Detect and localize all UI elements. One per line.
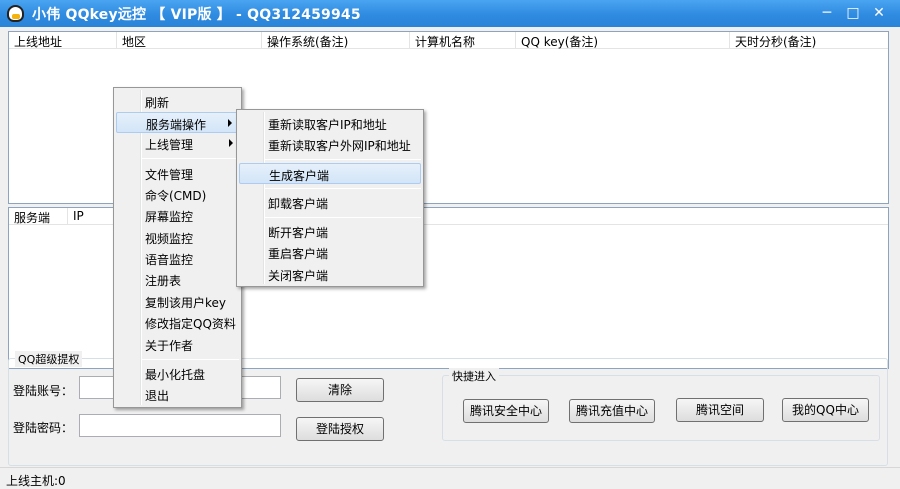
column-header-region[interactable]: 地区	[122, 33, 146, 50]
menu-item-video-monitor[interactable]: 视频监控	[116, 227, 239, 248]
menu-item-copy-key[interactable]: 复制该用户key	[116, 291, 239, 312]
submenu-item-disconnect-client[interactable]: 断开客户端	[239, 221, 421, 242]
menu-item-exit[interactable]: 退出	[116, 384, 239, 405]
maximize-button[interactable]: □	[840, 2, 866, 24]
column-header-ip[interactable]: IP	[73, 209, 84, 223]
menu-item-minimize-tray[interactable]: 最小化托盘	[116, 363, 239, 384]
auth-group-title: QQ超级提权	[15, 351, 83, 367]
menu-item-server-ops[interactable]: 服务端操作	[116, 112, 239, 133]
submenu-item-reread-external-ip[interactable]: 重新读取客户外网IP和地址	[239, 134, 421, 155]
menu-separator	[265, 217, 421, 218]
column-header-server[interactable]: 服务端	[14, 209, 50, 226]
tencent-qzone-button[interactable]: 腾讯空间	[676, 398, 764, 422]
online-list-header: 上线地址 地区 操作系统(备注) 计算机名称 QQ key(备注) 天时分秒(备…	[9, 32, 888, 49]
menu-separator	[265, 159, 421, 160]
submenu-arrow-icon	[229, 139, 233, 147]
menu-item-edit-qq-profile[interactable]: 修改指定QQ资料	[116, 312, 239, 333]
submenu-item-close-client[interactable]: 关闭客户端	[239, 264, 421, 285]
menu-item-registry[interactable]: 注册表	[116, 269, 239, 290]
context-menu: 刷新 服务端操作 上线管理 文件管理 命令(CMD) 屏幕监控 视频监控 语音监…	[113, 87, 242, 408]
column-header-uptime[interactable]: 天时分秒(备注)	[735, 33, 816, 50]
qq-penguin-icon	[7, 5, 24, 22]
minimize-button[interactable]: ─	[814, 2, 840, 24]
login-auth-button[interactable]: 登陆授权	[296, 417, 384, 441]
menu-item-voice-monitor[interactable]: 语音监控	[116, 248, 239, 269]
submenu-item-uninstall-client[interactable]: 卸载客户端	[239, 192, 421, 213]
menu-separator	[142, 158, 239, 159]
menu-separator	[142, 359, 239, 360]
window-title: 小伟 QQkey远控 【 VIP版 】 - QQ312459945	[32, 7, 361, 23]
tencent-recharge-button[interactable]: 腾讯充值中心	[569, 399, 655, 423]
status-bar: 上线主机:0	[0, 467, 900, 489]
submenu-item-reread-ip[interactable]: 重新读取客户IP和地址	[239, 113, 421, 134]
close-button[interactable]: ✕	[866, 2, 892, 24]
account-label: 登陆账号：	[13, 384, 74, 398]
server-ops-submenu: 重新读取客户IP和地址 重新读取客户外网IP和地址 生成客户端 卸载客户端 断开…	[236, 109, 424, 287]
menu-item-refresh[interactable]: 刷新	[116, 91, 239, 112]
my-qq-center-button[interactable]: 我的QQ中心	[782, 398, 869, 422]
submenu-item-build-client[interactable]: 生成客户端	[239, 163, 421, 184]
tencent-security-button[interactable]: 腾讯安全中心	[463, 399, 549, 423]
menu-item-file-manager[interactable]: 文件管理	[116, 163, 239, 184]
menu-item-cmd[interactable]: 命令(CMD)	[116, 184, 239, 205]
column-header-address[interactable]: 上线地址	[14, 33, 62, 50]
submenu-arrow-icon	[228, 119, 232, 127]
menu-item-screen-monitor[interactable]: 屏幕监控	[116, 205, 239, 226]
menu-item-online-manage[interactable]: 上线管理	[116, 133, 239, 154]
title-bar[interactable]: 小伟 QQkey远控 【 VIP版 】 - QQ312459945 ─ □ ✕	[0, 0, 900, 27]
clear-button[interactable]: 清除	[296, 378, 384, 402]
column-header-computer-name[interactable]: 计算机名称	[415, 33, 475, 50]
menu-separator	[265, 188, 421, 189]
menu-item-about-author[interactable]: 关于作者	[116, 334, 239, 355]
password-label: 登陆密码：	[13, 421, 74, 435]
online-host-count: 上线主机:0	[6, 474, 66, 488]
submenu-item-restart-client[interactable]: 重启客户端	[239, 242, 421, 263]
column-header-os[interactable]: 操作系统(备注)	[267, 33, 348, 50]
password-input[interactable]	[79, 414, 281, 437]
quick-access-title: 快捷进入	[449, 368, 499, 384]
column-header-qq-key[interactable]: QQ key(备注)	[521, 33, 598, 50]
